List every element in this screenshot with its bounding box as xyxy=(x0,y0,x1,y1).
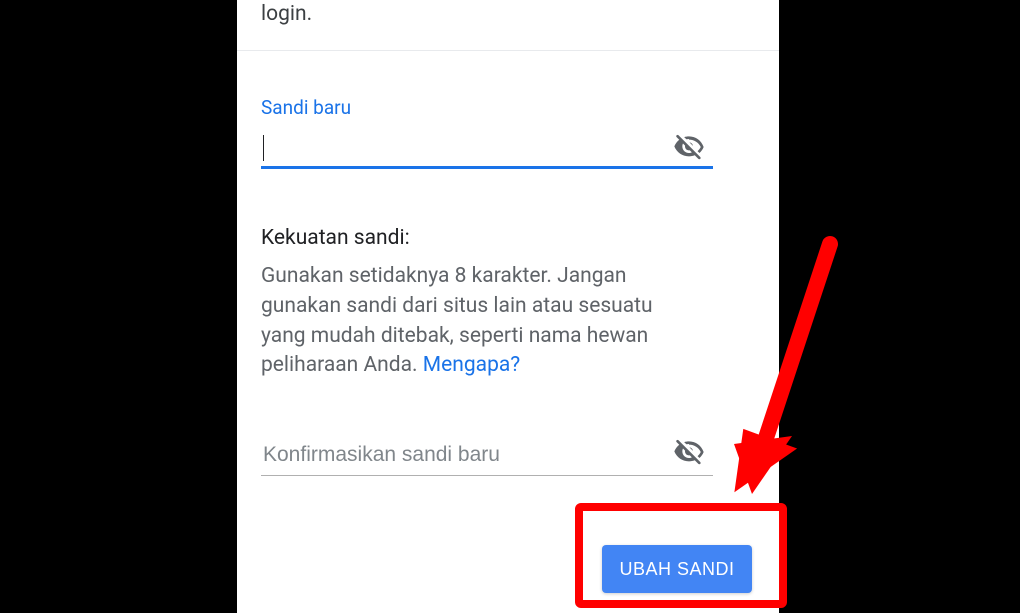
confirm-password-field-wrap xyxy=(261,434,713,476)
text-cursor xyxy=(263,135,264,161)
password-strength-label: Kekuatan sandi: xyxy=(261,226,410,250)
confirm-password-input[interactable] xyxy=(261,434,713,476)
new-password-field-wrap xyxy=(261,127,713,169)
new-password-input[interactable] xyxy=(261,127,713,169)
password-hint-text: Gunakan setidaknya 8 karakter. Jangan gu… xyxy=(261,262,691,381)
section-divider xyxy=(237,50,779,51)
change-password-button[interactable]: UBAH SANDI xyxy=(602,545,752,593)
visibility-off-icon[interactable] xyxy=(673,131,705,163)
visibility-off-icon[interactable] xyxy=(673,436,705,468)
password-change-screen: login. Sandi baru Kekuatan sandi: Gunaka… xyxy=(237,0,779,613)
prior-paragraph-tail: login. xyxy=(261,0,312,29)
new-password-label: Sandi baru xyxy=(261,96,351,119)
why-link[interactable]: Mengapa? xyxy=(423,353,520,377)
